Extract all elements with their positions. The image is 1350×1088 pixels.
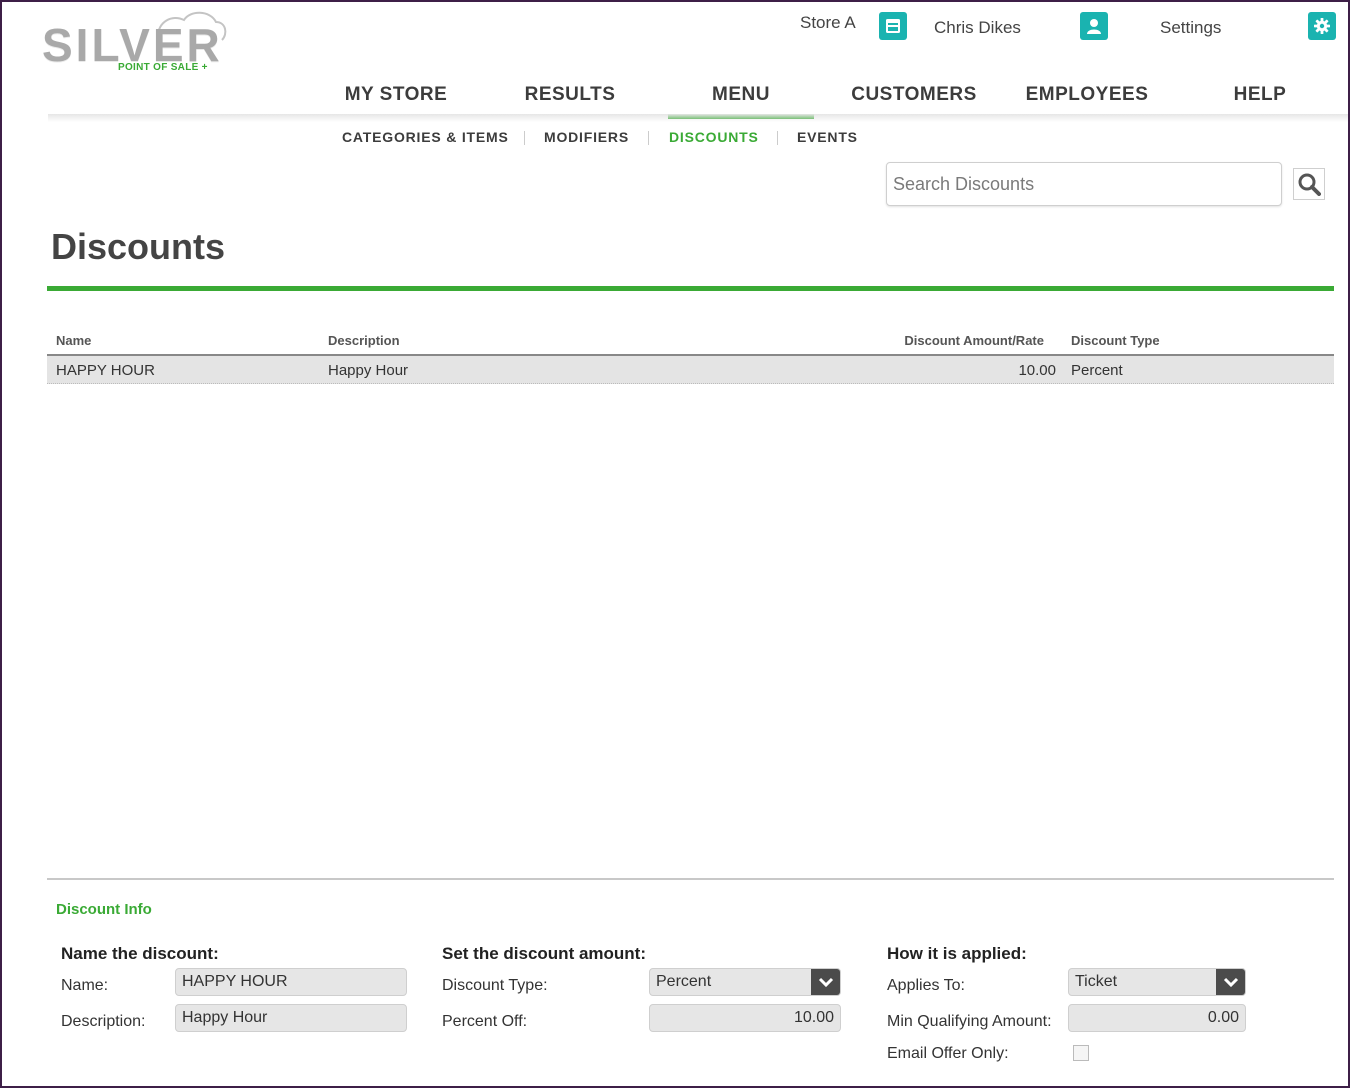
discount-type-select[interactable]: Percent (649, 968, 841, 996)
subnav-categories-items[interactable]: CATEGORIES & ITEMS (342, 129, 509, 145)
app-window: SILVER POINT OF SALE + Store A Chris Dik… (0, 0, 1350, 1088)
gear-icon[interactable] (1308, 12, 1336, 40)
search-button[interactable] (1293, 168, 1325, 200)
column-header-name[interactable]: Name (56, 333, 91, 348)
email-offer-checkbox[interactable] (1073, 1045, 1089, 1061)
subnav-separator (777, 131, 778, 145)
subnav-separator (648, 131, 649, 145)
nav-my-store[interactable]: MY STORE (324, 82, 468, 114)
subnav-discounts[interactable]: DISCOUNTS (669, 129, 759, 145)
name-field[interactable]: HAPPY HOUR (175, 968, 407, 996)
column-header-type[interactable]: Discount Type (1071, 333, 1160, 348)
page-title: Discounts (51, 226, 226, 267)
discount-type-value: Percent (656, 973, 712, 990)
nav-customers[interactable]: CUSTOMERS (844, 82, 984, 114)
description-label: Description: (61, 1013, 146, 1030)
row-name: HAPPY HOUR (56, 362, 155, 379)
store-icon[interactable] (879, 12, 907, 40)
search-icon (1298, 173, 1321, 196)
subnav-separator (524, 131, 525, 145)
applies-to-value: Ticket (1075, 973, 1118, 990)
discounts-table: Name Description Discount Amount/Rate Di… (47, 326, 1334, 384)
min-qualifying-field[interactable]: 0.00 (1068, 1004, 1246, 1032)
discount-type-label: Discount Type: (442, 977, 548, 994)
row-type: Percent (1071, 362, 1123, 379)
min-qualifying-label: Min Qualifying Amount: (887, 1013, 1052, 1030)
nav-help[interactable]: HELP (1216, 82, 1304, 114)
search-input[interactable] (886, 162, 1282, 206)
column-header-description[interactable]: Description (328, 333, 400, 348)
nav-results[interactable]: RESULTS (498, 82, 642, 114)
table-row[interactable]: HAPPY HOUR Happy Hour 10.00 Percent (47, 356, 1334, 384)
chevron-down-icon[interactable] (1216, 969, 1245, 995)
table-header: Name Description Discount Amount/Rate Di… (47, 326, 1334, 356)
name-label: Name: (61, 977, 109, 994)
discount-info-title: Discount Info (56, 901, 152, 918)
email-offer-label: Email Offer Only: (887, 1045, 1009, 1062)
settings-menu[interactable]: Settings (1160, 12, 1340, 44)
nav-employees[interactable]: EMPLOYEES (1014, 82, 1160, 114)
logo-tagline: POINT OF SALE + (118, 62, 208, 73)
percent-off-label: Percent Off: (442, 1013, 528, 1030)
nav-divider (48, 114, 1348, 122)
chevron-down-icon[interactable] (811, 969, 840, 995)
description-field[interactable]: Happy Hour (175, 1004, 407, 1032)
subnav-events[interactable]: EVENTS (797, 129, 858, 145)
store-selector[interactable]: Store A (800, 12, 920, 44)
main-nav: MY STORE RESULTS MENU CUSTOMERS EMPLOYEE… (2, 82, 1348, 119)
silver-logo[interactable]: SILVER POINT OF SALE + (40, 8, 230, 76)
store-label: Store A (800, 13, 856, 32)
amount-group-heading: Set the discount amount: (442, 944, 646, 963)
title-underline (47, 286, 1334, 291)
applies-to-select[interactable]: Ticket (1068, 968, 1246, 996)
column-header-amount[interactable]: Discount Amount/Rate (904, 333, 1044, 348)
name-group-heading: Name the discount: (61, 944, 219, 963)
applied-group-heading: How it is applied: (887, 944, 1027, 963)
percent-off-field[interactable]: 10.00 (649, 1004, 841, 1032)
user-menu[interactable]: Chris Dikes (934, 12, 1134, 44)
info-divider (47, 878, 1334, 880)
user-name: Chris Dikes (934, 18, 1021, 37)
row-description: Happy Hour (328, 362, 409, 379)
user-icon[interactable] (1080, 12, 1108, 40)
settings-label: Settings (1160, 18, 1222, 37)
subnav-modifiers[interactable]: MODIFIERS (544, 129, 629, 145)
applies-to-label: Applies To: (887, 977, 965, 994)
row-amount: 10.00 (1018, 362, 1056, 379)
sub-nav: CATEGORIES & ITEMS MODIFIERS DISCOUNTS E… (2, 129, 1348, 151)
